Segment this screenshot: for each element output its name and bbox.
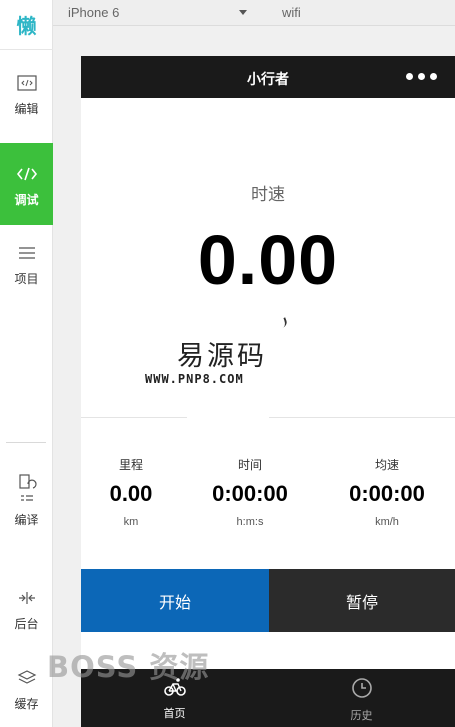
compile-icon xyxy=(15,473,39,507)
sidebar-item-label: 后台 xyxy=(14,617,39,631)
stat-value: 0:00:00 xyxy=(212,481,288,506)
speed-value: 0.00 xyxy=(197,221,339,299)
sidebar-item-cache[interactable]: 缓存 xyxy=(0,667,53,712)
tab-label: 历史 xyxy=(350,709,373,722)
stat-unit: km/h xyxy=(375,516,399,528)
sidebar-item-compile[interactable]: 编译 xyxy=(0,473,53,528)
sidebar-item-project[interactable]: 项目 xyxy=(0,242,53,287)
sidebar-item-label: 编辑 xyxy=(14,102,39,116)
code-file-icon xyxy=(15,72,39,94)
sidebar-item-label: 缓存 xyxy=(14,697,39,711)
stat-value: 0:00:00 xyxy=(349,481,425,506)
network-select[interactable]: wifi xyxy=(282,5,301,20)
stat-label: 里程 xyxy=(118,458,143,472)
sidebar-item-label: 编译 xyxy=(14,513,39,527)
watermark-title: 易源码 xyxy=(177,341,267,372)
navigation-bar: 小行者 xyxy=(81,56,455,98)
stat-distance: 里程 0.00 km xyxy=(81,456,193,528)
divider-gap xyxy=(187,415,269,420)
chevron-down-icon[interactable] xyxy=(239,10,247,15)
sidebar-item-debug[interactable]: 调试 xyxy=(0,143,53,225)
stat-label: 时间 xyxy=(237,458,262,472)
stat-average-speed: 均速 0:00:00 km/h xyxy=(325,456,449,528)
devtools-sidebar: 懒 编辑 调试 项目 编译 后台 缓存 xyxy=(0,0,53,727)
brand-watermark: BOSS 资源 xyxy=(47,650,210,684)
logo-glyph: 懒 xyxy=(16,14,37,38)
menu-lines-icon xyxy=(15,242,39,264)
layers-icon xyxy=(15,667,39,689)
code-brackets-icon xyxy=(15,163,39,185)
clock-icon xyxy=(351,677,373,704)
sidebar-item-label: 项目 xyxy=(14,272,39,286)
app-logo: 懒 xyxy=(0,0,53,50)
watermark-url: WWW.PNP8.COM xyxy=(145,372,244,386)
simulator-toolbar: iPhone 6 wifi xyxy=(53,0,455,26)
tick-mark xyxy=(279,317,289,328)
more-options-icon[interactable] xyxy=(406,73,437,80)
speed-label: 时速 xyxy=(251,185,285,205)
stat-unit: km xyxy=(123,516,139,528)
tab-label: 首页 xyxy=(163,707,186,720)
pause-button[interactable]: 暂停 xyxy=(269,569,455,632)
phone-simulator: 小行者 时速 0.00 易源码 WWW.PNP8.COM 里程 0.00 km … xyxy=(81,56,455,727)
stat-label: 均速 xyxy=(374,458,399,472)
sidebar-item-edit[interactable]: 编辑 xyxy=(0,72,53,117)
start-button[interactable]: 开始 xyxy=(81,569,269,632)
device-select[interactable]: iPhone 6 xyxy=(68,5,119,20)
stat-unit: h:m:s xyxy=(236,516,264,528)
sidebar-divider xyxy=(6,442,46,443)
stat-time: 时间 0:00:00 h:m:s xyxy=(188,456,312,528)
tab-history[interactable]: 历史 xyxy=(268,677,455,723)
page-title: 小行者 xyxy=(247,72,289,88)
stat-value: 0.00 xyxy=(109,481,153,506)
sidebar-item-label: 调试 xyxy=(14,193,39,207)
sidebar-item-background[interactable]: 后台 xyxy=(0,587,53,632)
split-icon xyxy=(15,587,39,609)
